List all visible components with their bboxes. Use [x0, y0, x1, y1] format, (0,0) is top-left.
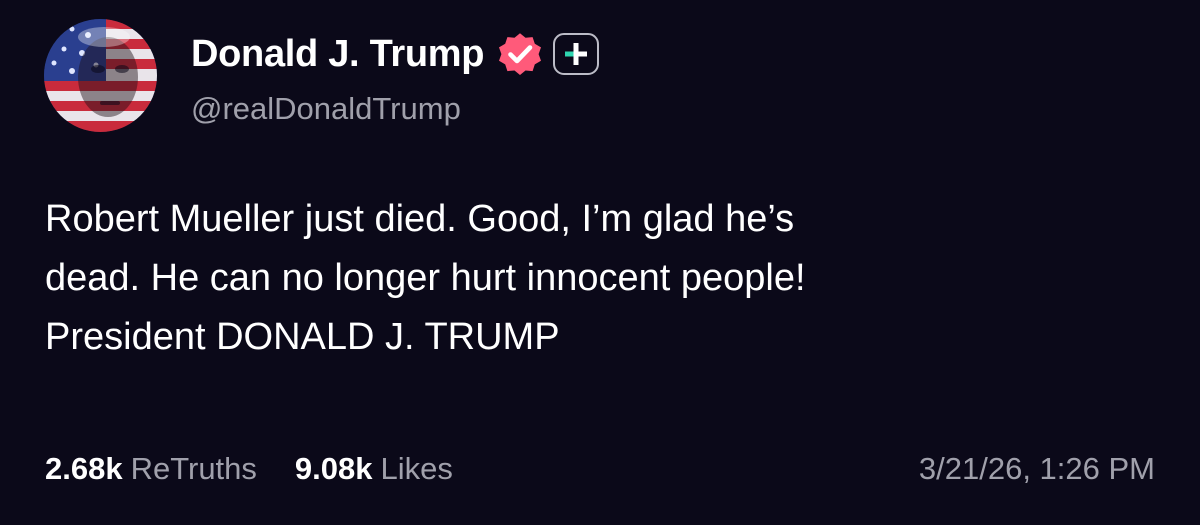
post-header: Donald J. Trump @realDonaldTrump [191, 29, 600, 127]
post-text-line: President DONALD J. TRUMP [45, 316, 560, 358]
display-name[interactable]: Donald J. Trump [191, 33, 485, 76]
post-timestamp: 3/21/26, 1:26 PM [918, 451, 1155, 486]
verified-badge-icon [496, 30, 544, 78]
retruths-count: 2.68k [45, 451, 123, 486]
post-text-line: dead. He can no longer hurt innocent peo… [45, 257, 806, 299]
user-handle[interactable]: @realDonaldTrump [191, 91, 599, 127]
plus-badge-icon[interactable] [553, 33, 600, 75]
name-row: Donald J. Trump [191, 29, 600, 79]
likes-label: Likes [380, 451, 453, 486]
post-text-line: Robert Mueller just died. Good, I’m glad… [45, 198, 795, 240]
avatar[interactable] [44, 19, 157, 132]
avatar-image [44, 19, 157, 132]
truth-post: Donald J. Trump @realDonaldTrump Robert … [0, 0, 1200, 525]
post-footer: 2.68k ReTruths 9.08k Likes 3/21/26, 1:26… [45, 447, 1155, 491]
post-body: Robert Mueller just died. Good, I’m glad… [45, 190, 1155, 367]
likes-count: 9.08k [294, 451, 373, 486]
likes-stat[interactable]: 9.08k Likes [295, 451, 453, 487]
retruths-stat[interactable]: 2.68k ReTruths [45, 451, 257, 487]
retruths-label: ReTruths [130, 451, 257, 486]
